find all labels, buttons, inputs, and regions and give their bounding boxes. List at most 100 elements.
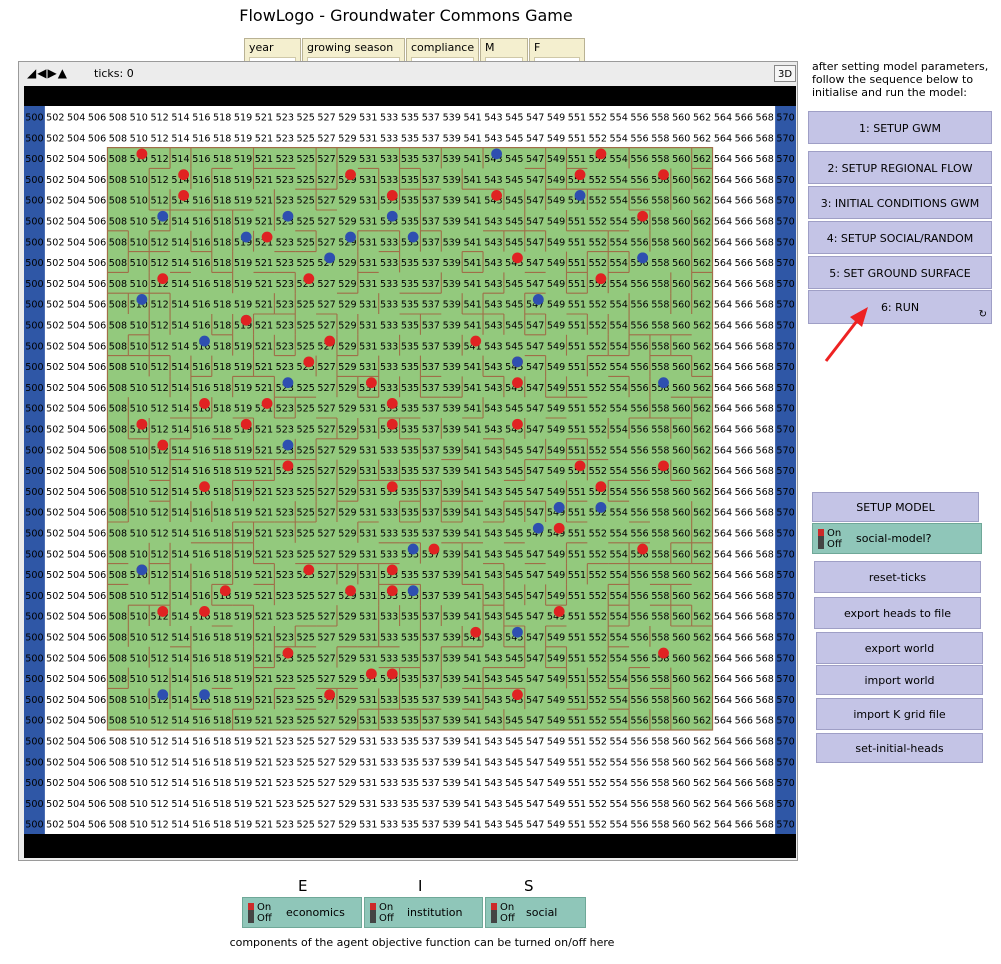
cell-head-label: 518	[213, 674, 231, 685]
cell-head-label: 558	[651, 737, 669, 748]
setup-social-random-button[interactable]: 4: SETUP SOCIAL/RANDOM	[808, 221, 992, 254]
cell-head-label: 539	[443, 133, 461, 144]
cell-head-label: 552	[589, 175, 607, 186]
cell-head-label: 506	[88, 133, 106, 144]
cell-head-label: 566	[735, 674, 753, 685]
cell-head-label: 560	[672, 404, 690, 415]
cell-head-label: 556	[630, 279, 648, 290]
cell-head-label: 547	[526, 633, 544, 644]
cell-head-label: 506	[88, 279, 106, 290]
social-model-switch[interactable]: On Off social-model?	[812, 523, 982, 554]
cell-head-label: 549	[547, 383, 565, 394]
cell-head-label: 566	[735, 737, 753, 748]
cell-head-label: 564	[714, 113, 732, 124]
cell-head-label: 529	[338, 570, 356, 581]
cell-head-label: 556	[630, 778, 648, 789]
left-right-arrows-icon[interactable]: ◀▶	[37, 66, 57, 80]
cell-head-label: 514	[171, 154, 189, 165]
cell-head-label: 547	[526, 133, 544, 144]
setup-gwm-button[interactable]: 1: SETUP GWM	[808, 111, 992, 144]
control-strip-icon[interactable]: ◢	[27, 66, 37, 80]
import-k-grid-button[interactable]: import K grid file	[816, 698, 983, 730]
cell-head-label: 554	[609, 778, 627, 789]
cell-head-label: 502	[46, 508, 64, 519]
cell-head-label: 533	[380, 279, 398, 290]
three-d-button[interactable]: 3D	[774, 65, 796, 82]
cell-head-label: 558	[651, 196, 669, 207]
cell-head-label: 506	[88, 653, 106, 664]
cell-head-label: 541	[463, 508, 481, 519]
cell-head-label: 533	[380, 175, 398, 186]
cell-head-label: 545	[505, 466, 523, 477]
cell-head-label: 535	[401, 217, 419, 228]
cell-head-label: 537	[422, 674, 440, 685]
setup-regional-flow-button[interactable]: 2: SETUP REGIONAL FLOW	[808, 151, 992, 184]
cell-head-label: 521	[255, 612, 273, 623]
initial-conditions-gwm-button[interactable]: 3: INITIAL CONDITIONS GWM	[808, 186, 992, 219]
set-initial-heads-button[interactable]: set-initial-heads	[816, 733, 983, 763]
institution-switch[interactable]: On Off institution	[364, 897, 483, 928]
cell-head-label: 543	[484, 113, 502, 124]
cell-head-label: 543	[484, 591, 502, 602]
cell-head-label: 568	[756, 549, 774, 560]
cell-head-label: 529	[338, 737, 356, 748]
cell-head-label: 537	[422, 778, 440, 789]
cell-head-label: 512	[150, 653, 168, 664]
cell-head-label: 529	[338, 487, 356, 498]
cell-head-label: 535	[401, 425, 419, 436]
cell-head-label: 521	[255, 508, 273, 519]
cell-head-label: 533	[380, 258, 398, 269]
agent-red	[637, 543, 649, 555]
cell-head-label: 523	[276, 425, 294, 436]
cell-head-label: 510	[130, 591, 148, 602]
export-heads-button[interactable]: export heads to file	[814, 597, 981, 629]
cell-head-label: 541	[463, 570, 481, 581]
economics-switch[interactable]: On Off economics	[242, 897, 362, 928]
cell-head-label: 508	[109, 508, 127, 519]
set-ground-surface-button[interactable]: 5: SET GROUND SURFACE	[808, 256, 992, 289]
import-world-button[interactable]: import world	[816, 665, 983, 695]
cell-head-label: 558	[651, 549, 669, 560]
cell-head-label: 556	[630, 570, 648, 581]
export-world-button[interactable]: export world	[816, 632, 983, 664]
cell-head-label: 506	[88, 674, 106, 685]
cell-head-label: 552	[589, 362, 607, 373]
cell-head-label: 551	[568, 300, 586, 311]
cell-head-label: 552	[589, 653, 607, 664]
cell-head-label: 564	[714, 778, 732, 789]
cell-head-label: 519	[234, 612, 252, 623]
cell-head-label: 570	[776, 820, 794, 831]
cell-head-label: 525	[297, 799, 315, 810]
up-down-arrows-icon[interactable]: ▲	[58, 66, 68, 80]
cell-head-label: 558	[651, 217, 669, 228]
cell-head-label: 545	[505, 445, 523, 456]
cell-head-label: 568	[756, 695, 774, 706]
cell-head-label: 519	[234, 113, 252, 124]
cell-head-label: 564	[714, 321, 732, 332]
cell-head-label: 529	[338, 633, 356, 644]
cell-head-label: 514	[171, 674, 189, 685]
cell-head-label: 500	[25, 570, 43, 581]
setup-model-button[interactable]: SETUP MODEL	[812, 492, 979, 522]
agent-red	[386, 190, 398, 201]
cell-head-label: 502	[46, 279, 64, 290]
cell-head-label: 566	[735, 633, 753, 644]
cell-head-label: 549	[547, 695, 565, 706]
cell-head-label: 560	[672, 695, 690, 706]
social-switch[interactable]: On Off social	[485, 897, 586, 928]
cell-head-label: 537	[422, 154, 440, 165]
agent-red	[136, 418, 148, 430]
cell-head-label: 568	[756, 133, 774, 144]
cell-head-label: 508	[109, 529, 127, 540]
agent-blue	[407, 585, 419, 597]
cell-head-label: 502	[46, 341, 64, 352]
reset-ticks-button[interactable]: reset-ticks	[814, 561, 981, 593]
cell-head-label: 539	[443, 757, 461, 768]
cell-head-label: 556	[630, 653, 648, 664]
cell-head-label: 502	[46, 487, 64, 498]
world-view[interactable]: 500 502 504 506 508 510 512 514 516 518 519 521 523 5…	[24, 86, 796, 858]
cell-head-label: 556	[630, 487, 648, 498]
cell-head-label: 504	[67, 300, 85, 311]
cell-head-label: 519	[234, 653, 252, 664]
cell-head-label: 500	[25, 300, 43, 311]
